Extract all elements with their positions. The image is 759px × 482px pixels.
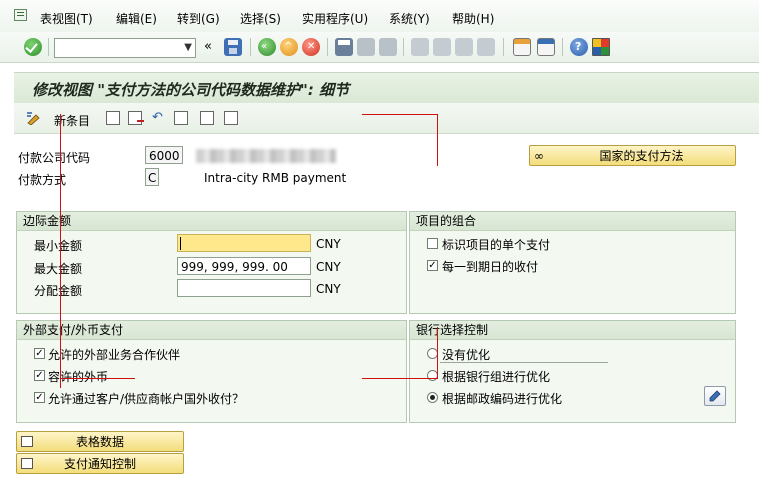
- prev-page-icon[interactable]: [433, 38, 451, 56]
- new-session-icon[interactable]: [513, 38, 531, 56]
- amount-limits-title: 边际金额: [17, 212, 406, 231]
- menu-edit[interactable]: 编辑(E): [116, 10, 157, 27]
- payment-method-label: 付款方式: [18, 173, 67, 187]
- foreign-account-checkbox[interactable]: ✓: [34, 392, 45, 403]
- country-payment-methods-button[interactable]: ∞ 国家的支付方法: [529, 145, 736, 166]
- no-optimization-label: 没有优化: [442, 348, 491, 362]
- menu-icon[interactable]: [14, 9, 27, 21]
- first-page-icon[interactable]: [411, 38, 429, 56]
- table-data-label: 表格数据: [75, 435, 124, 449]
- menu-utilities[interactable]: 实用程序(U): [302, 10, 368, 27]
- exit-icon[interactable]: ^: [280, 38, 298, 56]
- foreign-partner-checkbox[interactable]: ✓: [34, 348, 45, 359]
- edit-pencil-button[interactable]: [704, 386, 726, 406]
- due-date-label: 每一到期日的收付: [442, 260, 539, 274]
- single-payment-checkbox[interactable]: [427, 238, 438, 249]
- find-next-icon[interactable]: [379, 38, 397, 56]
- item-grouping-title: 项目的组合: [410, 212, 735, 231]
- company-code-label: 付款公司代码: [18, 151, 91, 165]
- menu-bar: 表视图(T) 编辑(E) 转到(G) 选择(S) 实用程序(U) 系统(Y) 帮…: [0, 0, 759, 32]
- company-code-field[interactable]: 6000: [145, 146, 183, 164]
- country-payment-methods-label: 国家的支付方法: [599, 149, 684, 163]
- menu-goto[interactable]: 转到(G): [177, 10, 220, 27]
- divider: [440, 362, 608, 363]
- menu-help[interactable]: 帮助(H): [452, 10, 494, 27]
- min-amount-currency: CNY: [316, 237, 341, 251]
- foreign-payments-title: 外部支付/外币支付: [17, 321, 406, 340]
- glasses-icon: ∞: [534, 149, 544, 163]
- next-entry-icon[interactable]: [200, 111, 214, 125]
- annotation-line: [60, 114, 61, 388]
- min-amount-field[interactable]: [177, 234, 311, 252]
- foreign-currency-checkbox[interactable]: ✓: [34, 370, 45, 381]
- display-change-icon[interactable]: [26, 111, 40, 126]
- print-icon[interactable]: [335, 38, 353, 56]
- expand-icon: [21, 436, 33, 447]
- expand-icon: [21, 458, 33, 469]
- payment-notice-control-button[interactable]: 支付通知控制: [16, 453, 184, 474]
- last-page-icon[interactable]: [477, 38, 495, 56]
- annotation-line: [362, 114, 438, 115]
- text-cursor: [180, 237, 181, 250]
- page-title: 修改视图 "支付方法的公司代码数据维护": 细节: [32, 81, 350, 99]
- application-toolbar: 新条目 ↶: [14, 103, 759, 134]
- company-name-redacted: [196, 149, 336, 163]
- payment-method-field[interactable]: C: [145, 168, 159, 186]
- due-date-checkbox[interactable]: ✓: [427, 260, 438, 271]
- help-icon[interactable]: ?: [570, 38, 588, 56]
- table-data-button[interactable]: 表格数据: [16, 431, 184, 452]
- pencil-icon: [709, 390, 721, 402]
- previous-entry-icon[interactable]: [174, 111, 188, 125]
- foreign-currency-label: 容许的外币: [48, 370, 109, 384]
- annotation-line: [60, 378, 135, 379]
- distribution-amount-field[interactable]: [177, 279, 311, 297]
- distribution-amount-currency: CNY: [316, 282, 341, 296]
- bank-group-label: 根据银行组进行优化: [442, 370, 551, 384]
- payment-notice-control-label: 支付通知控制: [63, 457, 136, 471]
- next-page-icon[interactable]: [455, 38, 473, 56]
- menu-system[interactable]: 系统(Y): [389, 10, 430, 27]
- copy-as-icon[interactable]: [106, 111, 120, 125]
- min-amount-label: 最小金额: [34, 239, 83, 253]
- shortcut-icon[interactable]: [537, 38, 555, 56]
- delete-icon[interactable]: [128, 111, 144, 125]
- find-icon[interactable]: [357, 38, 375, 56]
- select-all-icon[interactable]: [224, 111, 238, 125]
- payment-method-text: Intra-city RMB payment: [204, 171, 347, 185]
- single-payment-label: 标识项目的单个支付: [442, 238, 551, 252]
- max-amount-label: 最大金额: [34, 262, 83, 276]
- save-icon[interactable]: [224, 38, 242, 56]
- foreign-partner-label: 允许的外部业务合作伙伴: [48, 348, 181, 362]
- foreign-account-label: 允许通过客户/供应商帐户国外收付？: [48, 392, 245, 406]
- check-icon[interactable]: [24, 38, 42, 56]
- bank-selection-title: 银行选择控制: [410, 321, 735, 340]
- max-amount-field[interactable]: 999, 999, 999. 00: [177, 257, 311, 275]
- annotation-line: [437, 114, 438, 166]
- postal-code-label: 根据邮政编码进行优化: [442, 392, 563, 406]
- annotation-line: [437, 327, 438, 379]
- postal-code-radio[interactable]: [427, 392, 438, 403]
- undo-icon[interactable]: ↶: [152, 111, 166, 125]
- distribution-amount-label: 分配金额: [34, 284, 83, 298]
- chevron-down-icon[interactable]: ▼: [184, 42, 192, 53]
- menu-select[interactable]: 选择(S): [240, 10, 281, 27]
- title-bar: 修改视图 "支付方法的公司代码数据维护": 细节: [14, 72, 759, 103]
- cancel-icon[interactable]: ✕: [302, 38, 320, 56]
- menu-table-view[interactable]: 表视图(T): [40, 10, 93, 27]
- customize-icon[interactable]: [592, 38, 610, 56]
- max-amount-currency: CNY: [316, 260, 341, 274]
- back-icon[interactable]: «: [258, 38, 276, 56]
- collapse-icon[interactable]: «: [204, 39, 212, 54]
- annotation-line: [362, 378, 438, 379]
- command-field[interactable]: ▼: [54, 38, 196, 58]
